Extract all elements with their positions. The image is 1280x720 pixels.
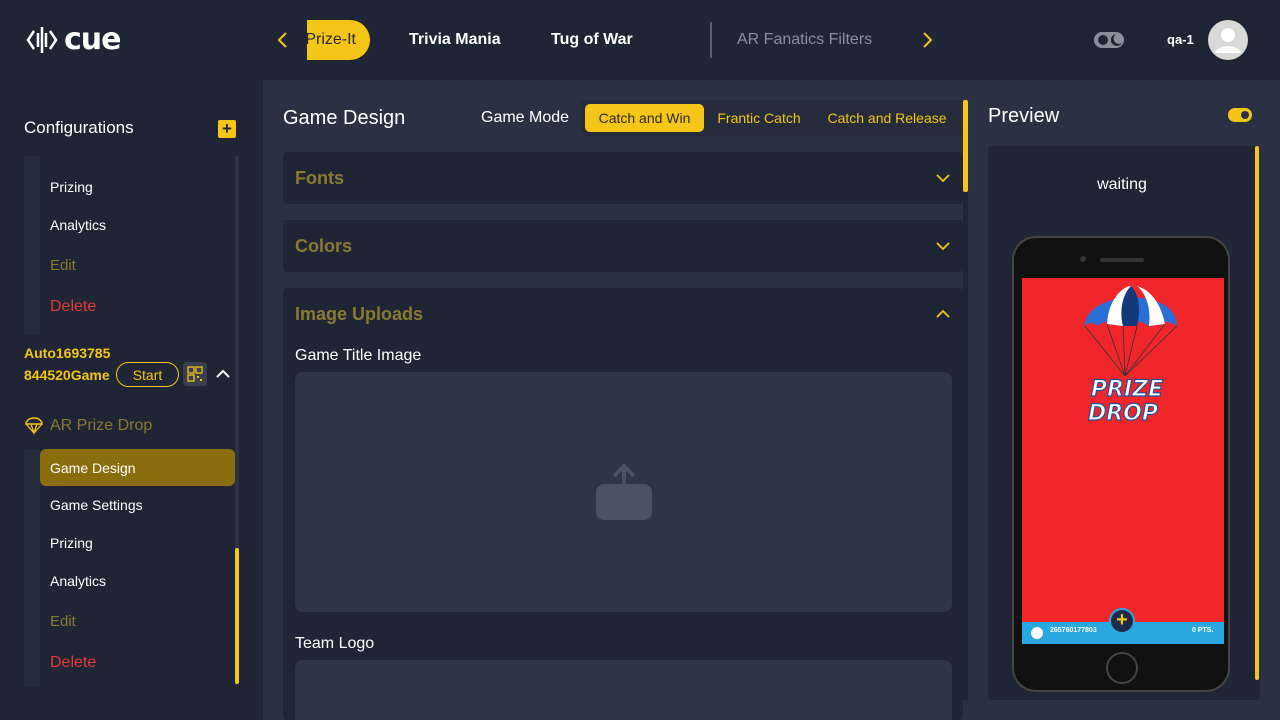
preview-toggle[interactable]: [1228, 108, 1252, 122]
sidebar-item-analytics[interactable]: Analytics: [40, 563, 235, 599]
phone-game-title-line1: PRIZE: [1091, 377, 1163, 402]
accordion-fonts[interactable]: Fonts: [283, 152, 963, 204]
top-bar: cue Prize-It Trivia Mania Tug of War AR …: [0, 0, 1280, 80]
sidebar-item-game-settings[interactable]: Game Settings: [40, 487, 235, 523]
sidebar-item-delete[interactable]: Delete: [40, 645, 235, 681]
sidebar-item-prizing[interactable]: Prizing: [40, 169, 235, 205]
qr-code-button[interactable]: [183, 362, 207, 386]
main-scrollbar-thumb[interactable]: [963, 100, 968, 192]
chevron-down-icon: [936, 174, 950, 183]
game-type-label: AR Prize Drop: [50, 417, 153, 434]
sidebar-group-line: [24, 450, 40, 686]
upload-team-logo[interactable]: [295, 660, 952, 720]
sidebar-title: Configurations: [24, 118, 134, 137]
qr-code-icon: [187, 366, 203, 382]
accordion-title: Fonts: [295, 168, 344, 188]
user-icon: [1215, 28, 1241, 53]
plus-icon: +: [222, 119, 232, 138]
sidebar-scrollbar-thumb[interactable]: [235, 548, 239, 684]
upload-game-title-image[interactable]: [295, 372, 952, 612]
game-type: AR Prize Drop: [24, 416, 152, 436]
preview-status: waiting: [1097, 176, 1147, 193]
upload-icon: [596, 464, 652, 520]
dark-mode-toggle-icon: [1094, 32, 1124, 48]
logo-icon: [26, 26, 58, 53]
mode-catch-and-win[interactable]: Catch and Win: [585, 104, 704, 132]
chevron-left-icon: [277, 32, 287, 48]
phone-speaker: [1100, 258, 1144, 262]
start-button[interactable]: Start: [116, 362, 179, 387]
sidebar-item-edit[interactable]: Edit: [40, 603, 235, 639]
info-icon: [1031, 627, 1043, 639]
phone-plus-button: +: [1109, 608, 1135, 634]
parachute-icon: [25, 417, 43, 436]
phone-screen: PRIZE DROP 265760177803 0 PTS. +: [1022, 278, 1224, 644]
phone-points: 0 PTS.: [1192, 627, 1214, 634]
game-mode-selector: Catch and Win Frantic Catch Catch and Re…: [581, 100, 965, 136]
user-name[interactable]: qa-1: [1167, 32, 1194, 47]
collapse-game-button[interactable]: [214, 364, 232, 384]
chevron-up-icon[interactable]: [934, 308, 952, 320]
tabs-prev-button[interactable]: [270, 20, 294, 60]
sidebar-group-line: [24, 156, 40, 334]
tab-prize-it[interactable]: Prize-It: [307, 20, 370, 60]
preview-scrollbar[interactable]: [1255, 146, 1259, 680]
phone-score-id: 265760177803: [1050, 627, 1097, 634]
logo[interactable]: cue: [24, 22, 121, 57]
phone-mockup: PRIZE DROP 265760177803 0 PTS. +: [1012, 236, 1230, 692]
add-configuration-button[interactable]: +: [218, 120, 236, 138]
sidebar-item-edit[interactable]: Edit: [40, 247, 235, 283]
accordion-title: Colors: [295, 236, 353, 256]
game-tabs: Prize-It Trivia Mania Tug of War AR Fana…: [270, 20, 940, 60]
page-title: Game Design: [283, 107, 406, 129]
mode-catch-and-release[interactable]: Catch and Release: [816, 104, 958, 132]
sidebar-item-prizing[interactable]: Prizing: [40, 525, 235, 561]
avatar[interactable]: [1208, 20, 1248, 60]
parachute-illustration: PRIZE DROP: [1084, 286, 1178, 427]
game-name[interactable]: Auto1693785844520Game: [24, 342, 114, 386]
tab-trivia-mania[interactable]: Trivia Mania: [409, 20, 501, 60]
sidebar-item-delete[interactable]: Delete: [40, 289, 235, 325]
tab-tug-of-war[interactable]: Tug of War: [551, 20, 633, 60]
chevron-right-icon: [923, 32, 933, 48]
tabs-next-button[interactable]: [916, 20, 940, 60]
theme-toggle[interactable]: [1094, 30, 1124, 50]
chevron-up-icon: [216, 369, 230, 378]
phone-game-title-line2: DROP: [1088, 401, 1158, 426]
phone-home-button: [1106, 652, 1138, 684]
main-panel: Game Design Game Mode Catch and Win Fran…: [263, 80, 1280, 720]
tab-divider: [710, 22, 712, 58]
sidebar: Configurations + Prizing Analytics Edit …: [0, 80, 263, 720]
mode-frantic-catch[interactable]: Frantic Catch: [706, 104, 812, 132]
logo-text: cue: [64, 22, 121, 57]
sidebar-item-game-design[interactable]: Game Design: [40, 449, 235, 486]
sidebar-item-analytics[interactable]: Analytics: [40, 207, 235, 243]
upload-label-team-logo: Team Logo: [295, 635, 375, 652]
preview-title: Preview: [988, 105, 1060, 127]
game-mode-label: Game Mode: [481, 109, 570, 126]
chevron-down-icon: [936, 242, 950, 251]
preview-panel: waiting PRIZE DROP 265760177803 0 PTS. +: [988, 146, 1260, 700]
accordion-colors[interactable]: Colors: [283, 220, 963, 272]
tab-ar-fanatics-filters[interactable]: AR Fanatics Filters: [737, 20, 872, 60]
phone-camera: [1080, 256, 1086, 262]
accordion-title: Image Uploads: [295, 304, 424, 324]
upload-label-game-title-image: Game Title Image: [295, 347, 422, 364]
